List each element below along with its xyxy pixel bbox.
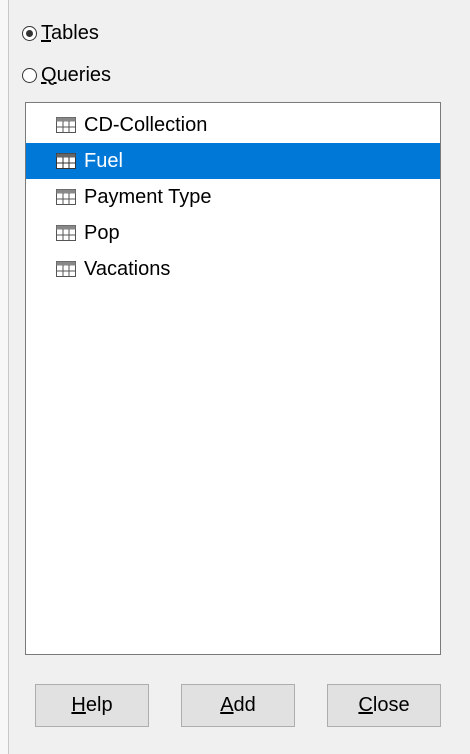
list-item-pop[interactable]: Pop [26,215,440,251]
add-button[interactable]: Add [181,684,295,727]
add-table-dialog: Tables Queries CD-Collection Fuel Paymen… [0,0,470,754]
help-button[interactable]: Help [35,684,149,727]
table-icon [56,189,76,205]
list-item-label: Payment Type [84,185,212,208]
table-list[interactable]: CD-Collection Fuel Payment Type Pop Vaca… [25,102,441,655]
tables-radio-label[interactable]: Tables [41,22,99,45]
table-icon [56,225,76,241]
queries-radio-label[interactable]: Queries [41,64,111,87]
list-item-payment-type[interactable]: Payment Type [26,179,440,215]
list-item-vacations[interactable]: Vacations [26,251,440,287]
table-icon [56,153,76,169]
tables-radio-button[interactable] [22,25,37,41]
list-item-fuel[interactable]: Fuel [26,143,440,179]
list-item-label: Vacations [84,257,171,280]
window-left-edge [0,0,9,754]
list-item-cd-collection[interactable]: CD-Collection [26,107,440,143]
queries-radio-button[interactable] [22,67,37,83]
close-button[interactable]: Close [327,684,441,727]
list-item-label: CD-Collection [84,113,208,136]
list-item-label: Fuel [84,149,123,172]
queries-radio-option[interactable]: Queries [22,60,111,90]
table-icon [56,261,76,277]
list-item-label: Pop [84,221,120,244]
tables-radio-option[interactable]: Tables [22,18,99,48]
table-icon [56,117,76,133]
